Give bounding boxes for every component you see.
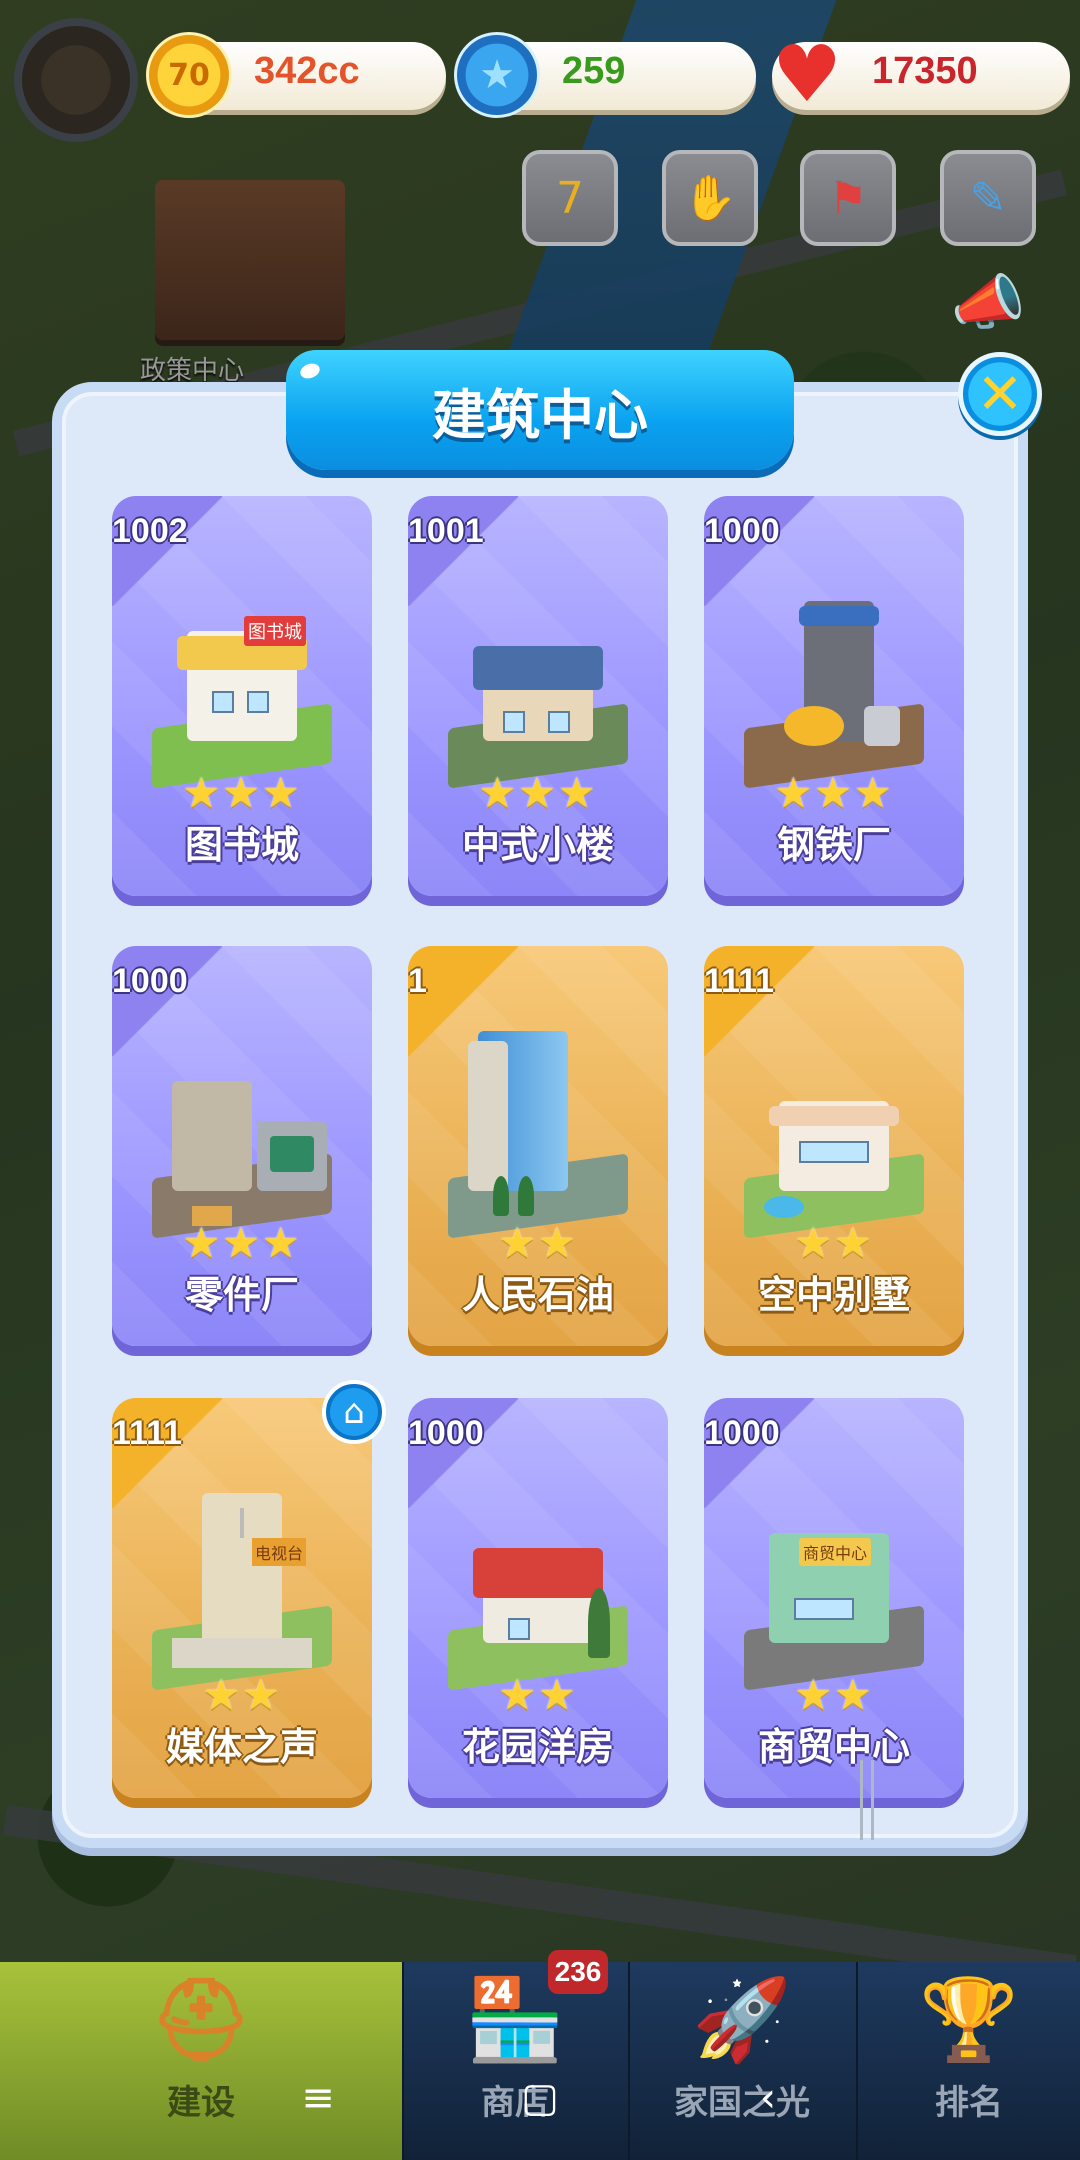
owned-home-badge: ⌂ — [322, 1380, 386, 1444]
card-name: 零件厂 — [184, 1273, 299, 1317]
bottom-navigation: ⛑ 建设 🏪 商店 🚀 家国之光 🏆 排名 — [0, 1962, 1080, 2160]
nav-build[interactable]: ⛑ 建设 — [0, 1962, 402, 2160]
card-stars: ★★★ — [774, 768, 894, 817]
system-home-button[interactable]: ▢ — [510, 2068, 570, 2128]
nav-build-label: 建设 — [167, 2083, 235, 2123]
anniversary-event-button[interactable]: 7 — [522, 150, 618, 246]
star-value: 259 — [562, 50, 626, 92]
building-card-chinese-house[interactable]: 1001 ★★★ 中式小楼 — [408, 496, 668, 896]
rocket-icon: 🚀 — [692, 1973, 792, 2066]
square-icon: ▢ — [521, 2075, 559, 2121]
card-stars: ★★ — [794, 1670, 874, 1719]
card-name: 钢铁厂 — [776, 823, 891, 867]
anniversary-70-icon: 7 — [556, 172, 584, 224]
back-chevron-icon: ‹ — [760, 2075, 776, 2121]
trade-center-sign: 商贸中心 — [799, 1538, 872, 1566]
star-icon: ★ — [454, 32, 540, 118]
coin-value: 342cc — [254, 50, 360, 92]
card-stars: ★★ — [202, 1670, 282, 1719]
card-stars: ★★ — [498, 1218, 578, 1267]
panel-title: 建筑中心 — [286, 350, 794, 470]
building-card-steel-mill[interactable]: 1000 ★★★ 钢铁厂 — [704, 496, 964, 896]
building-card-garden-house[interactable]: 1000 ★★ 花园洋房 — [408, 1398, 668, 1798]
heart-value: 17350 — [872, 50, 978, 92]
handshake-icon: ✋ — [682, 173, 738, 224]
nav-rank[interactable]: 🏆 排名 — [858, 1962, 1080, 2160]
home-icon: ⌂ — [343, 1392, 365, 1432]
building-card-sky-villa[interactable]: 1111 ★★ 空中别墅 — [704, 946, 964, 1346]
system-menu-button[interactable]: ≡ — [288, 2068, 348, 2128]
hard-hat-icon: ⛑ — [150, 1973, 252, 2066]
event-button[interactable]: ⚑ — [800, 150, 896, 246]
close-button[interactable]: ✕ — [958, 352, 1042, 436]
chinese-house-building-image — [422, 546, 654, 789]
heart-icon: ♥ — [772, 30, 842, 120]
trade-center-building-image: 商贸中心 — [718, 1448, 950, 1691]
player-avatar[interactable] — [14, 18, 138, 142]
event-icon: ⚑ — [828, 172, 868, 224]
building-card-parts-factory[interactable]: 1000 ★★★ 零件厂 — [112, 946, 372, 1346]
card-name: 中式小楼 — [461, 823, 614, 867]
card-stars: ★★ — [498, 1670, 578, 1719]
scrollbar-thumb[interactable] — [860, 1760, 874, 1840]
nav-homeland[interactable]: 🚀 家国之光 — [630, 1962, 854, 2160]
building-card-oil-company[interactable]: 1 ★★ 人民石油 — [408, 946, 668, 1346]
announcement-button[interactable]: 📣 — [940, 262, 1036, 342]
trade-handshake-button[interactable]: ✋ — [662, 150, 758, 246]
sky-villa-building-image — [718, 996, 950, 1239]
building-card-media-voice[interactable]: 1111 电视台 ★★ 媒体之声 — [112, 1398, 372, 1798]
card-stars: ★★★ — [182, 1218, 302, 1267]
coin-icon: 70 — [146, 32, 232, 118]
card-name: 人民石油 — [461, 1273, 614, 1317]
tv-station-building-image: 电视台 — [126, 1448, 358, 1691]
star-counter[interactable]: ★ 259 — [454, 32, 756, 118]
coin-counter[interactable]: 70 342cc — [146, 32, 446, 118]
building-card-library[interactable]: 1002 图书城 ★★★ 图书城 — [112, 496, 372, 896]
megaphone-icon: 📣 — [950, 267, 1026, 338]
clipboard-icon: ✎ — [969, 172, 1007, 224]
podium-icon: 🏆 — [919, 1973, 1019, 2066]
heart-counter[interactable]: ♥ 17350 — [772, 30, 1070, 120]
system-back-button[interactable]: ‹ — [738, 2068, 798, 2128]
card-name: 商贸中心 — [757, 1725, 910, 1769]
menu-icon: ≡ — [301, 2075, 335, 2121]
library-sign: 图书城 — [244, 616, 306, 646]
card-stars: ★★★ — [478, 768, 598, 817]
tasks-button[interactable]: ✎ — [940, 150, 1036, 246]
close-icon: ✕ — [976, 361, 1024, 427]
tv-station-sign: 电视台 — [252, 1538, 307, 1566]
card-name: 媒体之声 — [165, 1725, 318, 1769]
parts-factory-building-image — [126, 996, 358, 1239]
steel-mill-building-image — [718, 546, 950, 789]
card-name: 空中别墅 — [757, 1273, 910, 1317]
garden-house-building-image — [422, 1448, 654, 1691]
library-building-image: 图书城 — [126, 546, 358, 789]
oil-company-building-image — [422, 996, 654, 1239]
building-card-trade-center[interactable]: 1000 商贸中心 ★★ 商贸中心 — [704, 1398, 964, 1798]
card-name: 图书城 — [184, 823, 299, 867]
card-name: 花园洋房 — [461, 1725, 614, 1769]
card-stars: ★★ — [794, 1218, 874, 1267]
card-stars: ★★★ — [182, 768, 302, 817]
nav-rank-label: 排名 — [935, 2083, 1003, 2123]
shop-notification-badge: 236 — [548, 1950, 608, 1994]
